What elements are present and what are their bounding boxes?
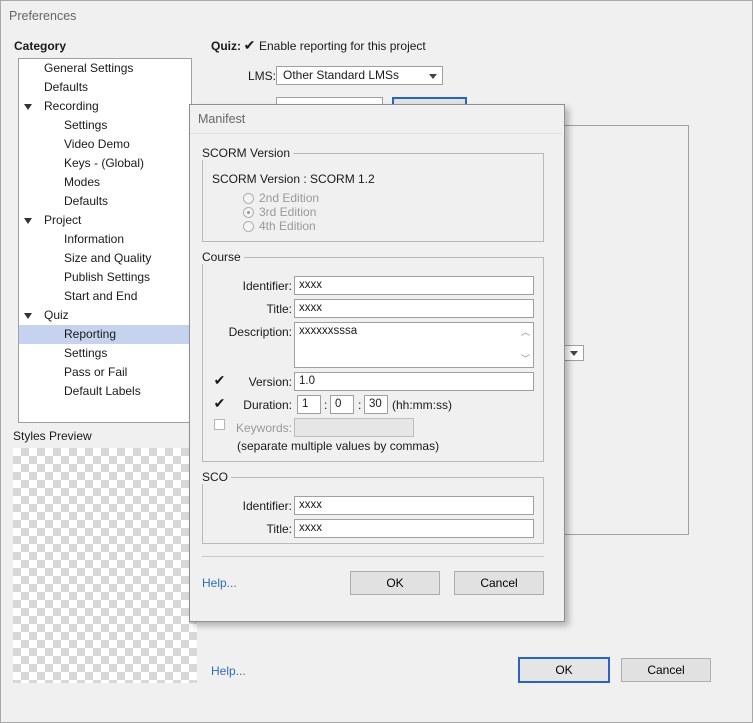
scorm-version-text: SCORM Version : SCORM 1.2 [212,172,375,186]
background-settings-panel [562,125,689,535]
edition-3rd-radio[interactable] [243,207,254,218]
tree-item-publish-settings[interactable]: Publish Settings [64,268,150,287]
sco-identifier-label: Identifier: [242,499,292,513]
background-dropdown-partial[interactable] [562,345,584,361]
tree-item-reporting[interactable]: Reporting [19,325,191,344]
lms-select-value: Other Standard LMSs [283,68,400,82]
course-identifier-label: Identifier: [242,279,292,293]
edition-4th-radio[interactable] [243,221,254,232]
course-title-label: Title: [266,302,292,316]
sco-title-field[interactable]: xxxx [294,519,534,538]
lms-label: LMS: [248,69,277,83]
expand-triangle-icon[interactable] [24,313,32,319]
duration-seconds-field[interactable]: 30 [364,395,388,414]
tree-item-modes[interactable]: Modes [64,173,100,192]
tree-item-information[interactable]: Information [64,230,124,249]
duration-separator: : [358,398,362,412]
scroll-down-icon[interactable]: ﹀ [521,352,530,365]
chevron-down-icon [429,74,437,79]
tree-item-video-demo[interactable]: Video Demo [64,135,130,154]
tree-item-recording-settings[interactable]: Settings [64,116,107,135]
category-heading: Category [14,39,67,53]
ok-button[interactable]: OK [518,657,610,683]
course-description-textarea[interactable]: xxxxxxsssa ︿ ﹀ [294,322,534,368]
title-divider [190,133,562,134]
edition-2nd-radio[interactable] [243,193,254,204]
edition-2nd-label: 2nd Edition [259,191,320,205]
sco-identifier-field[interactable]: xxxx [294,496,534,515]
course-version-label: Version: [248,375,292,389]
course-description-value: xxxxxxsssa [299,325,358,337]
tree-item-general-settings[interactable]: General Settings [44,59,133,78]
course-title-field[interactable]: xxxx [294,299,534,318]
keywords-checkbox[interactable] [214,419,225,430]
expand-triangle-icon[interactable] [24,104,32,110]
duration-minutes-field[interactable]: 0 [330,395,354,414]
tree-item-pass-or-fail[interactable]: Pass or Fail [64,363,127,382]
dialog-divider [202,556,544,557]
tree-item-default-labels[interactable]: Default Labels [64,382,141,401]
enable-reporting-label: Enable reporting for this project [259,39,426,53]
scorm-version-group-label: SCORM Version [199,146,294,160]
course-duration-label: Duration: [243,398,292,412]
course-description-label: Description: [228,325,292,339]
course-version-field[interactable]: 1.0 [294,372,534,391]
scroll-up-icon[interactable]: ︿ [521,325,530,338]
lms-select[interactable]: Other Standard LMSs [276,66,443,85]
tree-item-keys-global[interactable]: Keys - (Global) [64,154,144,173]
manifest-ok-button[interactable]: OK [350,571,440,595]
course-group-label: Course [199,250,244,264]
tree-item-quiz[interactable]: Quiz [44,306,69,325]
version-checkbox[interactable]: ✔ [213,373,226,387]
help-link[interactable]: Help... [211,664,246,678]
tree-item-recording[interactable]: Recording [44,97,99,116]
duration-separator: : [324,398,328,412]
expand-triangle-icon[interactable] [24,218,32,224]
keywords-hint: (separate multiple values by commas) [237,439,440,453]
tree-item-defaults[interactable]: Defaults [44,78,88,97]
edition-4th-label: 4th Edition [259,219,316,233]
chevron-down-icon [570,351,578,356]
course-keywords-label: Keywords: [235,421,292,435]
enable-reporting-checkbox[interactable]: ✔ [243,38,256,52]
manifest-cancel-button[interactable]: Cancel [454,571,544,595]
course-identifier-field[interactable]: xxxx [294,276,534,295]
description-scrollbar[interactable]: ︿ ﹀ [518,324,532,366]
cancel-button[interactable]: Cancel [621,658,711,682]
tree-item-size-and-quality[interactable]: Size and Quality [64,249,151,268]
tree-item-quiz-settings[interactable]: Settings [64,344,107,363]
category-tree[interactable]: General Settings Defaults Recording Sett… [18,58,192,423]
tree-item-project[interactable]: Project [44,211,81,230]
duration-checkbox[interactable]: ✔ [213,396,226,410]
sco-title-label: Title: [266,522,292,536]
edition-3rd-label: 3rd Edition [259,205,317,219]
styles-preview-area [13,448,197,683]
manifest-dialog-title: Manifest [198,112,246,126]
tree-item-start-and-end[interactable]: Start and End [64,287,137,306]
duration-format-hint: (hh:mm:ss) [392,398,452,412]
styles-preview-label: Styles Preview [13,429,92,443]
manifest-help-link[interactable]: Help... [202,576,237,590]
window-title: Preferences [9,9,77,23]
course-keywords-field[interactable] [294,418,414,437]
quiz-label: Quiz: [211,39,241,53]
tree-item-recording-defaults[interactable]: Defaults [64,192,108,211]
sco-group-label: SCO [199,470,232,484]
duration-hours-field[interactable]: 1 [297,395,321,414]
